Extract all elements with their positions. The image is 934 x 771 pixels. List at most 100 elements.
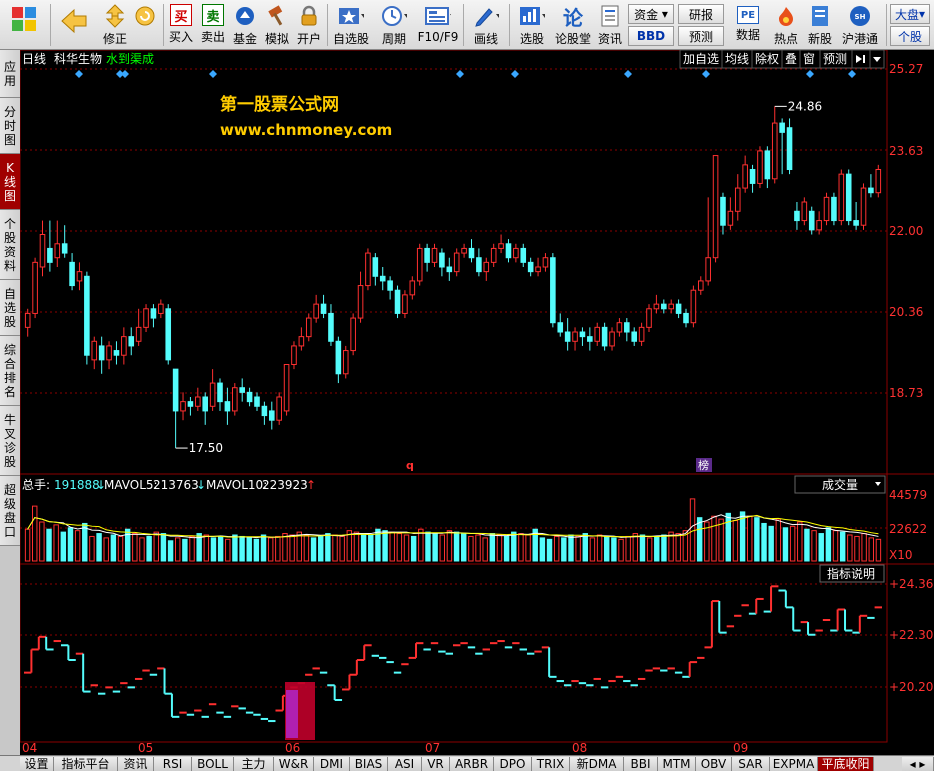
left-tab-diagnosis[interactable]: 牛叉诊股: [0, 406, 20, 476]
open-account-button[interactable]: 开户: [294, 2, 324, 48]
forum-button[interactable]: 论 论股堂: [554, 2, 592, 48]
indicator-tab-14[interactable]: 新DMA: [570, 757, 624, 771]
volume-bar: [539, 537, 546, 562]
candle-body: [476, 257, 482, 273]
indicator-tab-15[interactable]: BBI: [624, 757, 658, 771]
volume-bar: [839, 531, 846, 562]
volume-bar: [96, 533, 102, 562]
add-watchlist-button[interactable]: 加自选: [683, 52, 719, 66]
candle-body: [342, 350, 349, 375]
period-button[interactable]: 周期: [374, 2, 414, 48]
indicator-tab-16[interactable]: MTM: [658, 757, 696, 771]
candle-body: [468, 247, 475, 259]
funds-dropdown[interactable]: 资金 ▾: [628, 4, 674, 24]
forecast-toolbar-button[interactable]: 预测: [678, 26, 724, 46]
signal-diamond: [624, 70, 632, 78]
draw-line-button[interactable]: 画线: [466, 2, 506, 48]
left-tab-apps[interactable]: 应用: [0, 50, 20, 98]
mavol5-label: MAVOL5:: [104, 478, 158, 492]
left-tab-timeshare[interactable]: 分时图: [0, 98, 20, 154]
signal-diamond: [511, 70, 519, 78]
volume-bar: [232, 534, 238, 562]
indicator-tab-3[interactable]: RSI: [154, 757, 192, 771]
bbd-button[interactable]: BBD: [628, 26, 674, 46]
indicator-tab-9[interactable]: ASI: [388, 757, 422, 771]
volume-bar: [625, 535, 631, 562]
volume-bar: [160, 533, 167, 562]
research-button[interactable]: 研报: [678, 4, 724, 24]
refresh-button[interactable]: [130, 2, 160, 48]
new-stock-button[interactable]: 新股: [804, 2, 836, 48]
signal-diamond: [806, 70, 814, 78]
forecast-button[interactable]: 预测: [823, 52, 847, 66]
left-tab-ranking[interactable]: 综合排名: [0, 336, 20, 406]
indicator-tab-13[interactable]: TRIX: [532, 757, 570, 771]
indicator-tab-5[interactable]: 主力: [234, 757, 274, 771]
stock-pick-button[interactable]: 选股: [512, 2, 552, 48]
left-tab-watchlist[interactable]: 自选股: [0, 280, 20, 336]
indicator-tab-2[interactable]: 资讯: [118, 757, 154, 771]
news-button[interactable]: 资讯: [594, 2, 626, 48]
volume-bar: [797, 521, 803, 562]
candle-body: [439, 252, 445, 268]
indicator-tab-8[interactable]: BIAS: [350, 757, 388, 771]
fund-button[interactable]: 基金: [230, 2, 260, 48]
hotspot-button[interactable]: 热点: [770, 2, 802, 48]
indicator-tab-12[interactable]: DPO: [494, 757, 532, 771]
volume-bar: [818, 533, 824, 562]
candle-body: [84, 275, 90, 356]
left-tab-bar: 应用 分时图 K线图 个股资料 自选股 综合排名 牛叉诊股 超级盘口: [0, 50, 20, 755]
kline-chart-svg[interactable]: 日线 科华生物 水到渠成 加自选 均线 除权 叠 窗 预测 第一股票公式网 ww…: [19, 49, 934, 755]
buy-button[interactable]: 买 买入: [166, 2, 196, 48]
indicator-tab-7[interactable]: DMI: [314, 757, 350, 771]
tab-scroll-arrows-icon[interactable]: ◂ ▸: [902, 757, 934, 771]
indicator-tab-11[interactable]: ARBR: [450, 757, 494, 771]
left-tab-super-order[interactable]: 超级盘口: [0, 476, 20, 546]
indicator-tab-10[interactable]: VR: [422, 757, 450, 771]
candle-body: [172, 368, 179, 412]
candle-body: [542, 257, 549, 268]
volume-bar: [782, 527, 789, 562]
volume-bar: [804, 528, 810, 562]
indicator-tab-17[interactable]: OBV: [696, 757, 732, 771]
volume-bar: [654, 535, 660, 562]
window-button[interactable]: 窗: [803, 52, 815, 66]
candle-body: [653, 303, 660, 310]
indicator-tab-1[interactable]: 指标平台: [54, 757, 118, 771]
ex-rights-button[interactable]: 除权: [755, 51, 779, 66]
candle-body: [350, 317, 356, 352]
moving-average-button[interactable]: 均线: [725, 52, 749, 66]
volume-bar: [74, 530, 81, 562]
indicator-tab-0[interactable]: 设置: [20, 757, 54, 771]
left-tab-profile[interactable]: 个股资料: [0, 210, 20, 280]
kline-chart-area[interactable]: 日线 科华生物 水到渠成 加自选 均线 除权 叠 窗 预测 第一股票公式网 ww…: [19, 49, 934, 755]
watchlist-button[interactable]: 自选股: [330, 2, 372, 48]
sell-button[interactable]: 卖 卖出: [198, 2, 228, 48]
volume-bar: [861, 533, 867, 562]
volume-bar: [789, 525, 796, 562]
back-button[interactable]: [54, 2, 94, 48]
volume-bar: [24, 528, 31, 562]
indicator-tab-19[interactable]: EXPMA: [770, 757, 818, 771]
market-button[interactable]: 大盘 ▾: [890, 4, 930, 24]
newstock-icon: [807, 4, 833, 28]
candle-body: [742, 164, 748, 189]
simulate-button[interactable]: 模拟: [262, 2, 292, 48]
candle-body: [416, 247, 423, 282]
candle-body: [328, 312, 334, 342]
volume-bar: [582, 533, 588, 562]
f10-button[interactable]: F10/F9: [416, 2, 460, 48]
indicator-tab-18[interactable]: SAR: [732, 757, 770, 771]
indicator-tab-6[interactable]: W&R: [274, 757, 314, 771]
data-button[interactable]: PE 数据: [728, 2, 768, 48]
individual-stock-button[interactable]: 个股: [890, 26, 930, 46]
hk-connect-button[interactable]: SH 沪港通: [838, 2, 882, 48]
volume-bar: [632, 533, 639, 562]
left-tab-kline[interactable]: K线图: [0, 154, 20, 210]
overlay-button[interactable]: 叠: [785, 52, 797, 66]
indicator-tab-20[interactable]: 平底收阳: [818, 757, 874, 771]
grid-menu-button[interactable]: [4, 2, 44, 48]
signal-markers: [75, 70, 856, 78]
edit-button[interactable]: 修正: [98, 2, 132, 48]
indicator-tab-4[interactable]: BOLL: [192, 757, 234, 771]
